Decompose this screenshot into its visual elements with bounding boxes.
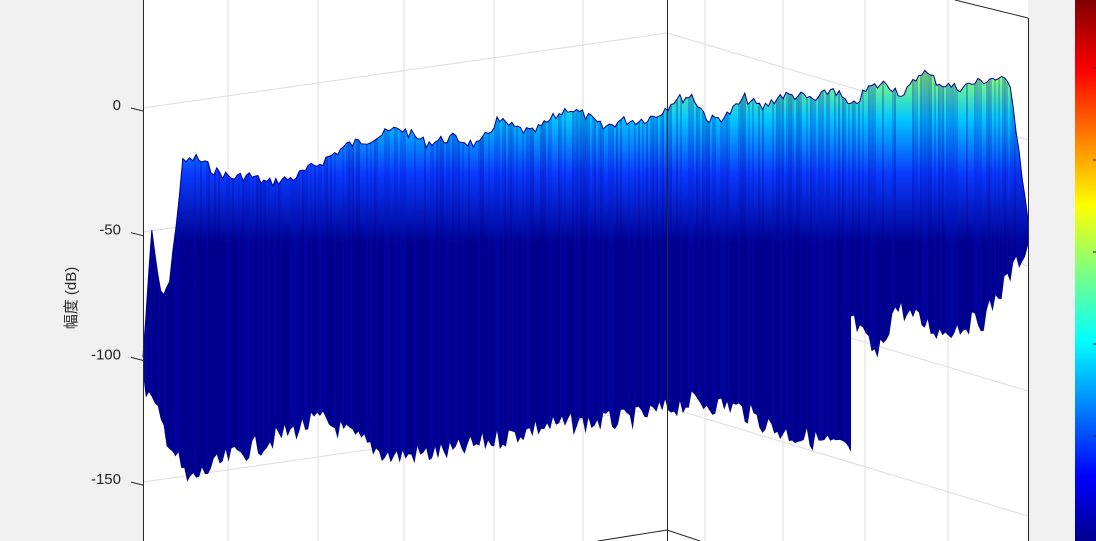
z-axis-ticks: 0 -50 -100 -150: [91, 97, 144, 488]
spectrum-figure: 0 -50 -100 -150 幅度 (dB): [63, 0, 1096, 541]
z-axis-label: 幅度 (dB): [63, 267, 80, 330]
z-tick-label: -50: [99, 222, 121, 239]
z-tick-mark: [130, 107, 144, 112]
z-tick-label: -100: [91, 346, 121, 363]
z-tick-mark: [130, 356, 144, 361]
colorbar[interactable]: [1075, 0, 1096, 541]
z-tick-mark: [130, 481, 144, 486]
z-tick-mark: [130, 232, 144, 237]
z-tick-label: -150: [91, 471, 121, 488]
z-tick-label: 0: [113, 97, 121, 114]
